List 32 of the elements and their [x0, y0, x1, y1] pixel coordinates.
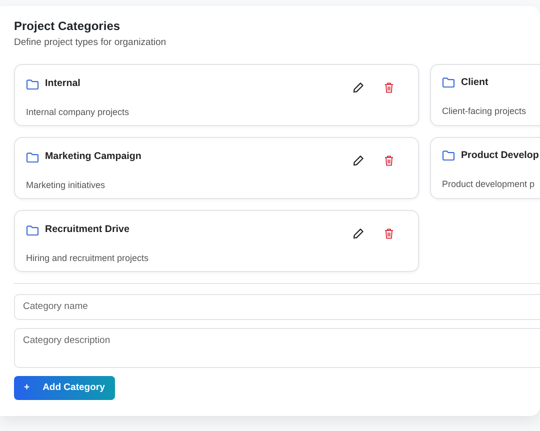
edit-button[interactable]: [353, 154, 364, 166]
folder-icon: [26, 152, 39, 163]
edit-button[interactable]: [353, 82, 364, 93]
category-description: Internal company projects: [26, 106, 130, 119]
category-description: Client-facing projects: [442, 105, 528, 118]
pencil-icon: [353, 228, 364, 239]
category-name: Marketing Campaign: [45, 150, 142, 164]
category-description: Marketing initiatives: [26, 178, 106, 192]
delete-button[interactable]: [384, 154, 394, 166]
trash-icon: [384, 154, 394, 166]
delete-button[interactable]: [384, 82, 394, 93]
folder-icon: [442, 77, 455, 88]
category-description: Product development p: [442, 178, 536, 192]
trash-icon: [384, 228, 394, 239]
category-description: Hiring and recruitment projects: [26, 252, 150, 265]
category-name: Internal: [45, 76, 80, 91]
section-subtitle: Define project types for organization: [14, 36, 168, 50]
trash-icon: [384, 82, 394, 93]
category-name: Client: [461, 76, 488, 90]
pencil-icon: [353, 82, 364, 93]
section-title: Project Categories: [14, 19, 122, 34]
category-name: Recruitment Drive: [45, 222, 130, 237]
add-category-button[interactable]: + Add Category: [14, 376, 115, 400]
folder-icon: [26, 224, 39, 236]
edit-button[interactable]: [353, 228, 364, 239]
folder-icon: [26, 78, 39, 90]
delete-button[interactable]: [384, 228, 394, 239]
category-description-field[interactable]: Category description: [14, 328, 540, 368]
category-name-field[interactable]: Category name: [14, 294, 540, 320]
folder-icon: [442, 150, 455, 162]
category-name: Product Develop: [461, 148, 539, 163]
pencil-icon: [353, 154, 364, 166]
